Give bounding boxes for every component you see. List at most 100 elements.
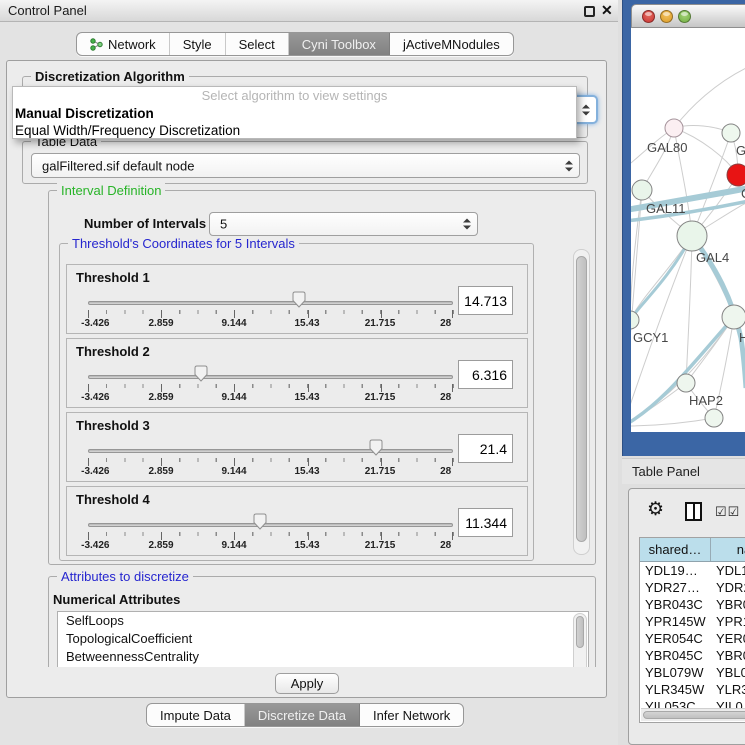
node-label-gcy1: GCY1 [633, 330, 668, 345]
attributes-group: Attributes to discretize Numerical Attri… [48, 576, 596, 667]
cyni-content-panel: Discretization Algorithm Select algorith… [6, 60, 607, 698]
select-columns-icon[interactable]: ☑☑ [715, 504, 740, 520]
network-icon [90, 38, 103, 51]
node-gal4[interactable] [677, 221, 707, 251]
thresholds-group-title: Threshold's Coordinates for 5 Intervals [68, 236, 299, 251]
node-attribute-table: shared… name YDL19…YDL1 YDR27…YDR2 YBR04… [639, 537, 745, 723]
node-label-hap2: HAP2 [689, 393, 723, 408]
table-data-combobox[interactable]: galFiltered.sif default node [31, 153, 580, 178]
threshold-4-panel: Threshold 4 -3.4262.8599.14415.4321.7152… [66, 486, 528, 556]
threshold-3-value-field[interactable] [458, 434, 513, 463]
tab-cyni-toolbox[interactable]: Cyni Toolbox [289, 33, 390, 55]
combo-arrows-icon [463, 219, 471, 230]
slider-ticks [88, 384, 454, 392]
interval-definition-group: Interval Definition Number of Intervals … [48, 190, 596, 565]
table-data-group: Table Data galFiltered.sif default node [22, 141, 588, 184]
tab-style[interactable]: Style [170, 33, 226, 55]
node-label-clipped-c: C [741, 186, 745, 201]
thresholds-group: Threshold's Coordinates for 5 Intervals … [59, 243, 534, 561]
table-row[interactable]: YBL079WYBL0 [640, 664, 745, 681]
threshold-1-panel: Threshold 1 -3.4262.8599.14415.4321.7152… [66, 264, 528, 334]
interval-scrollbar[interactable] [573, 249, 590, 555]
node-selected-red[interactable] [727, 164, 745, 186]
network-window-titlebar [631, 4, 745, 28]
slider-ticks [88, 310, 454, 318]
close-icon[interactable]: ✕ [601, 2, 613, 19]
table-row[interactable]: YIL053CYIL0 [640, 698, 745, 708]
node-hap2[interactable] [677, 374, 695, 392]
tab-infer-network[interactable]: Infer Network [360, 704, 463, 726]
attributes-group-title: Attributes to discretize [57, 569, 193, 584]
discretization-algorithm-title: Discretization Algorithm [31, 69, 189, 84]
threshold-1-value-field[interactable] [458, 286, 513, 315]
table-row[interactable]: YPR145WYPR1 [640, 613, 745, 630]
tab-discretize-data[interactable]: Discretize Data [245, 704, 360, 726]
algorithm-dropdown-popup: Select algorithm to view settings Manual… [12, 86, 577, 139]
slider-tick-labels: -3.4262.8599.14415.4321.71528 [88, 540, 453, 551]
slider-ticks [88, 458, 454, 466]
number-of-intervals-combobox[interactable]: 5 [209, 212, 478, 236]
network-canvas[interactable]: GAL80 GA C GAL11 GAL4 GCY1 H HAP2 [631, 28, 745, 432]
node-gal80[interactable] [665, 119, 683, 137]
table-row[interactable]: YBR043CYBR0 [640, 596, 745, 613]
list-item[interactable]: TopologicalCoefficient [58, 630, 588, 648]
table-row[interactable]: YDL19…YDL1 [640, 562, 745, 579]
node-gal11[interactable] [632, 180, 652, 200]
numerical-attributes-list: SelfLoops TopologicalCoefficient Between… [57, 611, 589, 667]
tab-select[interactable]: Select [226, 33, 289, 55]
node-clipped-h[interactable] [722, 305, 745, 329]
column-header-name[interactable]: name [711, 538, 745, 561]
tab-jactivemnodules[interactable]: jActiveMNodules [390, 33, 513, 55]
node-gcy1[interactable] [631, 311, 639, 329]
bottom-tab-bar: Impute Data Discretize Data Infer Networ… [146, 703, 464, 727]
dropdown-option-equal-width[interactable]: Equal Width/Frequency Discretization [13, 122, 576, 139]
slider-tick-labels: -3.4262.8599.14415.4321.71528 [88, 318, 453, 329]
node-label-clipped-g: GA [736, 143, 745, 158]
table-row[interactable]: YBR045CYBR0 [640, 647, 745, 664]
column-layout-icon[interactable] [685, 502, 702, 521]
node-clipped-g[interactable] [722, 124, 740, 142]
dropdown-prompt: Select algorithm to view settings [13, 87, 576, 105]
slider-tick-labels: -3.4262.8599.14415.4321.71528 [88, 466, 453, 477]
attributes-list-scrollbar[interactable] [573, 613, 587, 667]
interval-definition-title: Interval Definition [57, 183, 165, 198]
node-label-clipped-h: H [739, 330, 745, 345]
table-horizontal-scrollbar[interactable] [641, 708, 745, 721]
table-row[interactable]: YLR345WYLR3 [640, 681, 745, 698]
float-window-icon[interactable] [584, 6, 595, 17]
list-item[interactable]: BetweennessCentrality [58, 648, 588, 666]
table-row[interactable]: YER054CYER0 [640, 630, 745, 647]
table-header-row: shared… name [640, 538, 745, 562]
threshold-4-value-field[interactable] [458, 508, 513, 537]
close-traffic-light-icon[interactable] [642, 10, 655, 23]
number-of-intervals-label: Number of Intervals [84, 216, 206, 231]
threshold-2-value-field[interactable] [458, 360, 513, 389]
slider-tick-labels: -3.4262.8599.14415.4321.71528 [88, 392, 453, 403]
tab-impute-data[interactable]: Impute Data [147, 704, 245, 726]
list-item[interactable]: SelfLoops [58, 612, 588, 630]
combo-arrows-icon [582, 104, 590, 115]
slider-ticks [88, 532, 454, 540]
numerical-attributes-label: Numerical Attributes [53, 592, 180, 607]
tab-network-label: Network [108, 37, 156, 52]
column-header-shared-name[interactable]: shared… [640, 538, 711, 561]
control-panel-window: Control Panel ✕ Network Style Select Cyn… [0, 0, 618, 745]
screen: Control Panel ✕ Network Style Select Cyn… [0, 0, 745, 745]
network-graph: GAL80 GA C GAL11 GAL4 GCY1 H HAP2 [631, 28, 745, 432]
node-bottom[interactable] [705, 409, 723, 427]
window-title: Control Panel [8, 3, 87, 18]
dropdown-option-manual[interactable]: Manual Discretization [13, 105, 576, 122]
table-panel: ⚙ ☑☑ shared… name YDL19…YDL1 YDR27…YDR2 … [628, 488, 745, 745]
tab-network[interactable]: Network [77, 33, 170, 55]
table-row[interactable]: YDR27…YDR2 [640, 579, 745, 596]
network-view-frame: GAL80 GA C GAL11 GAL4 GCY1 H HAP2 [622, 0, 745, 456]
gear-icon[interactable]: ⚙ [647, 498, 664, 521]
combo-arrows-icon [565, 160, 573, 171]
node-label-gal80: GAL80 [647, 140, 687, 155]
minimize-traffic-light-icon[interactable] [660, 10, 673, 23]
table-panel-title: Table Panel [622, 458, 745, 484]
control-panel-titlebar: Control Panel ✕ [0, 0, 618, 22]
zoom-traffic-light-icon[interactable] [678, 10, 691, 23]
scroll-viewport: Discretization Algorithm Select algorith… [7, 61, 606, 667]
apply-button[interactable]: Apply [275, 673, 339, 694]
